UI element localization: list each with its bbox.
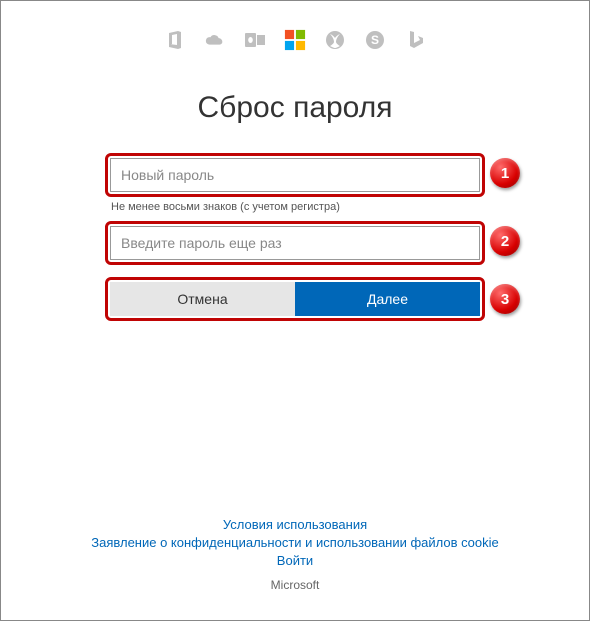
new-password-highlight: 1	[105, 153, 485, 197]
confirm-password-highlight: 2	[105, 221, 485, 265]
button-row-highlight: Отмена Далее 3	[105, 277, 485, 321]
svg-text:S: S	[371, 33, 379, 47]
skype-icon: S	[364, 29, 386, 51]
brand-label: Microsoft	[1, 578, 589, 592]
button-row: Отмена Далее	[110, 282, 480, 316]
annotation-marker-1: 1	[490, 158, 520, 188]
confirm-password-input[interactable]	[110, 226, 480, 260]
outlook-icon	[244, 29, 266, 51]
annotation-marker-3: 3	[490, 284, 520, 314]
onedrive-icon	[204, 29, 226, 51]
windows-icon	[284, 29, 306, 51]
terms-link[interactable]: Условия использования	[1, 517, 589, 532]
next-button[interactable]: Далее	[295, 282, 480, 316]
footer: Условия использования Заявление о конфид…	[1, 514, 589, 592]
bing-icon	[404, 29, 426, 51]
annotation-marker-2: 2	[490, 226, 520, 256]
password-hint: Не менее восьми знаков (с учетом регистр…	[111, 201, 485, 213]
office-icon	[164, 29, 186, 51]
privacy-link[interactable]: Заявление о конфиденциальности и использ…	[1, 535, 589, 550]
new-password-input[interactable]	[110, 158, 480, 192]
product-icons-row: S	[1, 1, 589, 51]
signin-link[interactable]: Войти	[1, 553, 589, 568]
reset-form: 1 Не менее восьми знаков (с учетом регис…	[105, 153, 485, 321]
cancel-button[interactable]: Отмена	[110, 282, 295, 316]
page-title: Сброс пароля	[1, 91, 589, 125]
xbox-icon	[324, 29, 346, 51]
